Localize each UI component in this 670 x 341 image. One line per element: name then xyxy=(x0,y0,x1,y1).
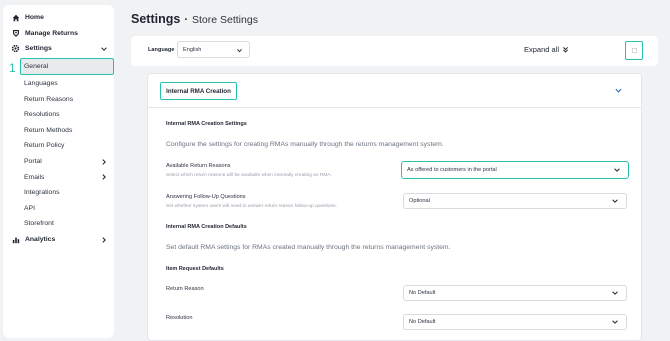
sidebar-item-label: Return Methods xyxy=(24,126,73,134)
language-value: English xyxy=(183,46,202,53)
returns-icon xyxy=(11,29,20,38)
callout-number: 1 xyxy=(9,61,16,75)
sidebar-item-return-methods[interactable]: Return Methods xyxy=(3,123,114,139)
chevron-right-icon xyxy=(102,174,106,180)
sidebar-item-label: Languages xyxy=(24,80,58,88)
sidebar-item-manage-returns[interactable]: Manage Returns xyxy=(3,26,114,42)
home-icon xyxy=(11,13,20,22)
language-label: Language xyxy=(148,47,175,53)
language-select[interactable]: English xyxy=(177,41,250,58)
expand-chevrons-icon xyxy=(563,47,568,53)
chevron-down-icon xyxy=(237,49,242,53)
page-title: Settings · Store Settings xyxy=(131,12,258,26)
sidebar-item-label: Storefront xyxy=(24,220,54,228)
resolution-value: No Default xyxy=(409,319,436,325)
sidebar-item-label: Integrations xyxy=(24,189,60,197)
sidebar-item-resolutions[interactable]: Resolutions xyxy=(3,107,114,123)
item-defaults-heading: Item Request Defaults xyxy=(166,266,224,272)
chevron-down-icon xyxy=(612,291,618,295)
sidebar-item-label: Settings xyxy=(25,45,52,53)
sidebar-item-label: Portal xyxy=(24,158,42,166)
sidebar: Home Manage Returns Settings General Lan… xyxy=(3,5,114,338)
chevron-down-icon xyxy=(614,168,620,172)
resolution-label: Resolution xyxy=(166,315,193,321)
follow-up-value: Optional xyxy=(409,198,430,204)
chevron-right-icon xyxy=(102,158,106,165)
sidebar-item-label: Manage Returns xyxy=(25,29,78,37)
toolbar-square-button[interactable] xyxy=(625,41,643,60)
sidebar-item-label: API xyxy=(24,204,35,212)
content-card: Internal RMA Creation Internal RMA Creat… xyxy=(147,73,642,341)
chevron-down-icon[interactable] xyxy=(100,45,108,53)
sidebar-item-label: Home xyxy=(25,14,44,22)
sidebar-item-label: Analytics xyxy=(25,236,56,244)
title-separator: · xyxy=(184,14,188,26)
expand-all-label: Expand all xyxy=(524,45,560,54)
sidebar-item-return-policy[interactable]: Return Policy xyxy=(3,138,114,154)
gear-icon xyxy=(11,44,20,53)
available-reasons-help: Select which return reasons will be avai… xyxy=(166,173,332,178)
sidebar-item-settings[interactable]: Settings xyxy=(3,41,114,57)
sidebar-item-analytics[interactable]: Analytics xyxy=(3,232,114,248)
return-reason-label: Return Reason xyxy=(166,286,204,292)
section-header[interactable]: Internal RMA Creation xyxy=(148,74,641,108)
sidebar-item-languages[interactable]: Languages xyxy=(3,76,114,92)
sidebar-item-general[interactable]: General xyxy=(3,59,114,75)
sidebar-item-label: Resolutions xyxy=(24,111,60,119)
follow-up-help: Set whether system users will need to an… xyxy=(166,204,337,209)
sidebar-item-integrations[interactable]: Integrations xyxy=(3,185,114,201)
page-title-main: Settings xyxy=(131,12,181,26)
sidebar-item-home[interactable]: Home xyxy=(3,10,114,26)
chevron-right-icon xyxy=(102,236,106,243)
resolution-select[interactable]: No Default xyxy=(403,314,627,330)
follow-up-label: Answering Follow-Up Questions xyxy=(166,194,246,200)
sidebar-item-emails[interactable]: Emails xyxy=(3,169,114,185)
available-reasons-value: As offered to customers in the portal xyxy=(407,167,497,173)
defaults-description: Set default RMA settings for RMAs create… xyxy=(166,244,451,251)
copy-icon xyxy=(631,48,637,53)
chevron-down-icon[interactable] xyxy=(614,86,623,95)
page-subtitle: Store Settings xyxy=(191,14,258,26)
sidebar-item-storefront[interactable]: Storefront xyxy=(3,216,114,232)
expand-all-button[interactable]: Expand all xyxy=(524,45,569,54)
bar-chart-icon xyxy=(11,235,20,244)
sidebar-item-portal[interactable]: Portal xyxy=(3,154,114,170)
available-reasons-label: Available Return Reasons xyxy=(166,163,231,169)
section-title: Internal RMA Creation xyxy=(160,82,237,100)
available-reasons-select[interactable]: As offered to customers in the portal xyxy=(401,161,629,179)
sidebar-item-return-reasons[interactable]: Return Reasons xyxy=(3,91,114,107)
sidebar-item-label: General xyxy=(24,63,49,71)
follow-up-select[interactable]: Optional xyxy=(403,193,627,209)
toolbar: Language English Expand all xyxy=(131,36,658,66)
settings-heading: Internal RMA Creation Settings xyxy=(166,121,247,127)
defaults-heading: Internal RMA Creation Defaults xyxy=(166,224,247,230)
settings-description: Configure the settings for creating RMAs… xyxy=(166,141,444,148)
return-reason-select[interactable]: No Default xyxy=(403,285,627,301)
sidebar-item-api[interactable]: API xyxy=(3,201,114,217)
return-reason-value: No Default xyxy=(409,290,436,296)
chevron-down-icon xyxy=(612,199,618,203)
sidebar-item-label: Return Reasons xyxy=(24,95,74,103)
sidebar-item-label: Emails xyxy=(24,173,45,181)
sidebar-item-label: Return Policy xyxy=(24,142,65,150)
chevron-down-icon xyxy=(612,320,618,324)
